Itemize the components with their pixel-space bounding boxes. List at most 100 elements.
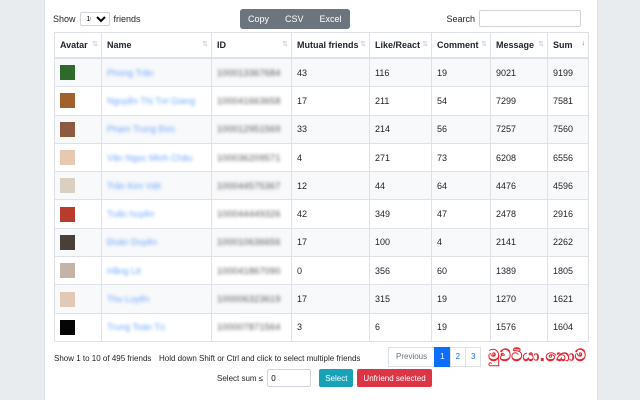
mutual-value: 43 xyxy=(297,67,308,78)
like-react-cell: 349 xyxy=(369,199,432,229)
column-header-name[interactable]: Name ⇅ xyxy=(101,32,212,59)
friend-name-link[interactable]: Nguyễn Thị Tơi Giang xyxy=(107,96,195,106)
message-cell: 7299 xyxy=(490,86,548,116)
table-row[interactable]: Thu Luyến 100006323619 17 315 19 1270 1621 xyxy=(54,284,589,314)
column-header-avatar[interactable]: Avatar ⇅ xyxy=(54,32,102,59)
friend-id: 100013367684 xyxy=(217,67,281,78)
like-value: 211 xyxy=(375,95,390,106)
search-label: Search xyxy=(446,13,475,24)
id-cell: 100007871564 xyxy=(211,312,292,342)
message-cell: 4476 xyxy=(490,171,548,201)
table-row[interactable]: Nguyễn Thị Tơi Giang 100041663658 17 211 54 7… xyxy=(54,86,589,116)
sum-cell: 4596 xyxy=(547,171,589,201)
table-row[interactable]: Đoàn Duyên 100010636656 17 100 4 2141 2262 xyxy=(54,227,589,258)
friend-name-link[interactable]: Phạm Trung Đức xyxy=(107,124,176,134)
column-header-comment[interactable]: Comment ⇅ xyxy=(431,32,491,59)
sort-icon: ⇅ xyxy=(282,41,288,48)
table-row[interactable]: Trần Kim Việt 100044575367 12 44 64 4476 4596 xyxy=(54,171,589,201)
name-cell: Trần Kim Việt xyxy=(101,171,212,201)
excel-button[interactable]: Excel xyxy=(311,9,350,29)
message-value: 1389 xyxy=(496,265,517,276)
table-row[interactable]: Phạm Trung Đức 100012951569 33 214 56 7257 756… xyxy=(54,114,589,144)
comment-value: 19 xyxy=(437,67,448,78)
friend-id: 100041663658 xyxy=(217,95,281,106)
sum-cell: 7581 xyxy=(547,86,589,116)
friend-id: 100012951569 xyxy=(217,124,281,135)
table-row[interactable]: Hằng Lê 100041867090 0 356 60 1389 1805 xyxy=(54,256,589,286)
avatar xyxy=(60,150,75,166)
column-header-id[interactable]: ID ⇅ xyxy=(211,32,292,59)
message-cell: 2141 xyxy=(490,227,548,258)
search-control: Search xyxy=(446,10,581,27)
friend-id: 100006323619 xyxy=(217,294,281,305)
sum-cell: 2916 xyxy=(547,199,589,229)
message-cell: 1270 xyxy=(490,284,548,314)
friend-name-link[interactable]: Đoàn Duyên xyxy=(107,237,157,247)
select-button[interactable]: Select xyxy=(319,369,354,387)
like-value: 271 xyxy=(375,152,391,163)
mutual-value: 42 xyxy=(297,209,308,220)
avatar-cell xyxy=(54,284,102,314)
unfriend-selected-button[interactable]: Unfriend selected xyxy=(357,369,432,387)
like-react-cell: 315 xyxy=(369,284,432,314)
friend-name-link[interactable]: Trung Toàn Tú xyxy=(107,322,165,332)
like-value: 315 xyxy=(375,294,391,305)
sum-value: 6556 xyxy=(553,152,574,163)
page-size-select[interactable]: 10 xyxy=(79,12,110,26)
friend-name-link[interactable]: Tuấn huyền xyxy=(107,209,154,219)
table-row[interactable]: Phong Trần 100013367684 43 116 19 9021 9199 xyxy=(54,57,589,88)
table-row[interactable]: Tuấn huyền 100044449326 42 349 47 2478 2916 xyxy=(54,199,589,229)
comment-value: 19 xyxy=(437,294,448,305)
table-row[interactable]: Trung Toàn Tú 100007871564 3 6 19 1576 1604 xyxy=(54,312,589,342)
mutual-friends-cell: 12 xyxy=(291,171,370,201)
name-cell: Văn Ngọc Minh Châu xyxy=(101,142,212,173)
avatar-cell xyxy=(54,199,102,229)
friend-name-link[interactable]: Thu Luyến xyxy=(107,294,150,304)
message-value: 2478 xyxy=(496,209,517,220)
friend-name-link[interactable]: Phong Trần xyxy=(107,68,154,78)
page-button-3[interactable]: 3 xyxy=(465,347,482,367)
friend-name-link[interactable]: Trần Kim Việt xyxy=(107,181,161,191)
previous-page-button[interactable]: Previous xyxy=(388,347,436,367)
avatar-cell xyxy=(54,57,102,88)
sum-value: 2262 xyxy=(553,237,574,248)
message-value: 7299 xyxy=(496,95,517,106)
friend-id: 100036209571 xyxy=(217,152,281,163)
column-header-sum[interactable]: Sum ↓ xyxy=(547,32,589,59)
sum-cell: 2262 xyxy=(547,227,589,258)
message-value: 4476 xyxy=(496,180,517,191)
sort-icon: ⇅ xyxy=(360,41,366,48)
pagination: Previous 1 2 3 xyxy=(388,347,482,367)
avatar xyxy=(60,263,75,279)
like-value: 349 xyxy=(375,209,391,220)
mutual-friends-cell: 42 xyxy=(291,199,370,229)
avatar xyxy=(60,234,75,250)
mutual-friends-cell: 17 xyxy=(291,227,370,258)
page-button-2[interactable]: 2 xyxy=(449,347,467,367)
search-input[interactable] xyxy=(479,10,581,27)
mutual-friends-cell: 17 xyxy=(291,284,370,314)
table-row[interactable]: Văn Ngọc Minh Châu 100036209571 4 271 73 6208… xyxy=(54,142,589,173)
column-header-mutual-friends[interactable]: Mutual friends ⇅ xyxy=(291,32,370,59)
page-size-control: Show 10 friends xyxy=(53,12,141,26)
select-sum-input[interactable] xyxy=(267,369,312,387)
comment-cell: 64 xyxy=(431,171,491,201)
mutual-friends-cell: 0 xyxy=(291,256,370,286)
page-button-1[interactable]: 1 xyxy=(434,347,451,367)
name-cell: Phạm Trung Đức xyxy=(101,114,212,144)
sum-value: 7560 xyxy=(553,124,574,135)
copy-button[interactable]: Copy xyxy=(240,9,278,29)
sum-value: 1621 xyxy=(553,294,574,305)
like-value: 44 xyxy=(375,180,386,191)
mutual-value: 0 xyxy=(297,265,303,276)
csv-button[interactable]: CSV xyxy=(277,9,312,29)
friend-name-link[interactable]: Văn Ngọc Minh Châu xyxy=(107,153,193,163)
column-header-like-react[interactable]: Like/React ⇅ xyxy=(369,32,432,59)
friend-name-link[interactable]: Hằng Lê xyxy=(107,266,141,276)
column-header-message[interactable]: Message ⇅ xyxy=(490,32,548,59)
export-button-group: Copy CSV Excel xyxy=(240,9,350,29)
message-cell: 6208 xyxy=(490,142,548,173)
comment-cell: 54 xyxy=(431,86,491,116)
sort-icon: ⇅ xyxy=(92,41,98,48)
mutual-friends-cell: 17 xyxy=(291,86,370,116)
